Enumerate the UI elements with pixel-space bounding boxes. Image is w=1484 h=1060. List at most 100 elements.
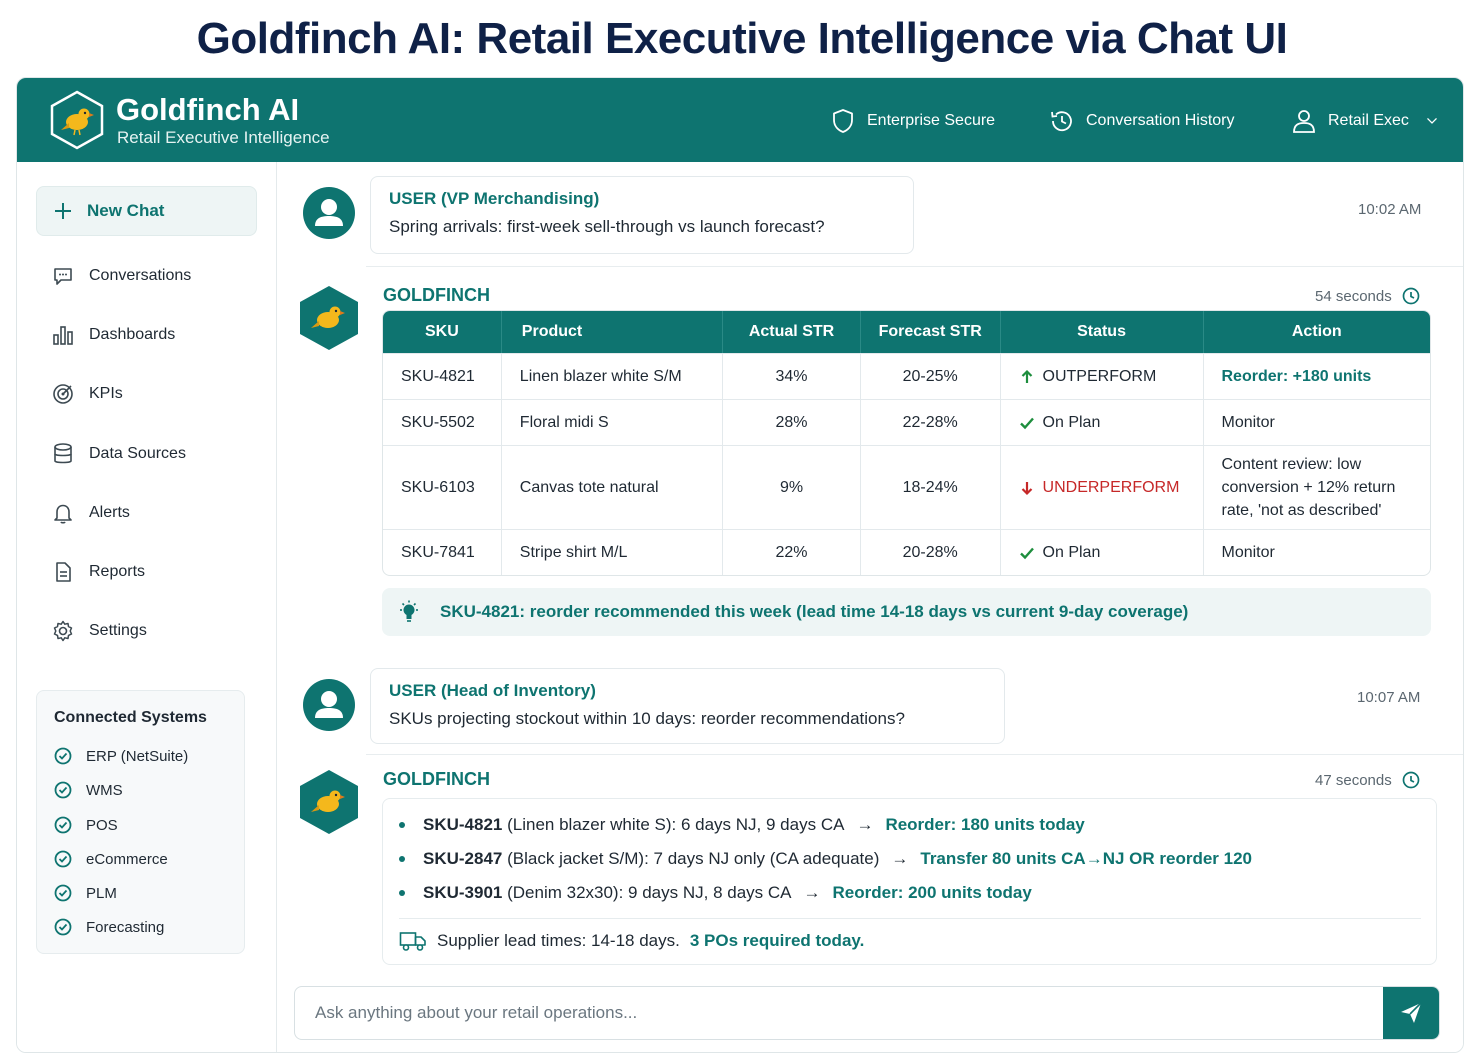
lightbulb-icon xyxy=(400,600,418,622)
sidebar-item-label: Settings xyxy=(89,622,147,639)
supplier-text: Supplier lead times: 14-18 days. xyxy=(437,931,680,950)
goldfinch-avatar-icon xyxy=(300,286,358,350)
sidebar-item-settings[interactable]: Settings xyxy=(51,617,147,645)
sidebar-item-label: KPIs xyxy=(89,385,123,402)
target-icon xyxy=(53,384,73,404)
user-message-bubble: USER (Head of Inventory) SKUs projecting… xyxy=(370,668,1005,744)
cell-actual-str: 34% xyxy=(723,353,861,399)
check-circle-icon xyxy=(54,884,72,902)
user-role: USER (VP Merchandising) xyxy=(389,189,600,208)
check-circle-icon xyxy=(54,816,72,834)
system-label: WMS xyxy=(86,781,123,799)
system-wms: WMS xyxy=(54,781,123,799)
table-row: SKU-5502 Floral midi S 28% 22-28% On Pla… xyxy=(383,399,1430,445)
chat-icon xyxy=(54,268,72,285)
sidebar-item-reports[interactable]: Reports xyxy=(51,558,145,586)
arrow-down-icon xyxy=(1021,481,1032,495)
cell-product: Canvas tote natural xyxy=(501,445,724,529)
goldfinch-avatar-icon xyxy=(300,770,358,834)
conversation-history-button[interactable]: Conversation History xyxy=(1048,106,1235,136)
cell-product: Linen blazer white S/M xyxy=(501,353,724,399)
send-button[interactable] xyxy=(1383,987,1439,1039)
duration-label: 47 seconds xyxy=(1315,771,1392,789)
system-pos: POS xyxy=(54,816,118,834)
supplier-highlight: 3 POs required today. xyxy=(689,931,865,950)
cell-forecast-str: 22-28% xyxy=(860,399,1001,445)
assistant-name: GOLDFINCH xyxy=(383,769,490,789)
cell-action[interactable]: Reorder: +180 units xyxy=(1203,353,1430,399)
table-row: SKU-7841 Stripe shirt M/L 22% 20-28% On … xyxy=(383,529,1430,575)
cell-forecast-str: 20-25% xyxy=(860,353,1001,399)
chevron-down-icon xyxy=(1426,117,1437,124)
sidebar-item-data-sources[interactable]: Data Sources xyxy=(51,440,186,468)
sidebar-item-label: Data Sources xyxy=(89,445,186,462)
clock-icon xyxy=(1402,287,1420,305)
document-icon xyxy=(56,562,71,582)
bullet xyxy=(399,856,405,862)
send-icon xyxy=(1401,1002,1422,1023)
cell-actual-str: 9% xyxy=(723,445,861,529)
arrow-right-icon: → xyxy=(856,815,874,834)
new-chat-button[interactable]: New Chat xyxy=(36,186,257,236)
plus-icon xyxy=(55,203,71,219)
check-circle-icon xyxy=(54,918,72,936)
reorder-action-link[interactable]: Reorder: +180 units xyxy=(1222,368,1372,385)
system-label: Forecasting xyxy=(86,918,165,936)
sidebar-item-label: Dashboards xyxy=(89,326,176,343)
cell-forecast-str: 18-24% xyxy=(860,445,1001,529)
checkmark-icon xyxy=(1019,417,1034,429)
page-title: Goldfinch AI: Retail Executive Intellige… xyxy=(196,14,1288,63)
item-recommendation[interactable]: Transfer 80 units CA→NJ OR reorder 120 xyxy=(920,849,1252,869)
sidebar-item-kpis[interactable]: KPIs xyxy=(51,380,123,408)
table-row: SKU-4821 Linen blazer white S/M 34% 20-2… xyxy=(383,353,1430,399)
user-message-bubble: USER (VP Merchandising) Spring arrivals:… xyxy=(370,176,914,254)
check-circle-icon xyxy=(54,781,72,799)
system-plm: PLM xyxy=(54,884,117,902)
database-icon xyxy=(54,443,72,464)
user-menu-button[interactable]: Retail Exec xyxy=(1290,106,1441,136)
cell-forecast-str: 20-28% xyxy=(860,529,1001,575)
sidebar-item-conversations[interactable]: Conversations xyxy=(51,262,191,290)
status-label: UNDERPERFORM xyxy=(1042,478,1180,496)
assistant-name: GOLDFINCH xyxy=(383,285,490,305)
bullet xyxy=(399,822,405,828)
cell-sku: SKU-5502 xyxy=(383,399,502,445)
item-recommendation[interactable]: Reorder: 180 units today xyxy=(885,815,1084,835)
system-ecommerce: eCommerce xyxy=(54,850,168,868)
clock-icon xyxy=(1402,771,1420,789)
connected-systems-panel: Connected Systems ERP (NetSuite) WMS POS… xyxy=(36,690,245,954)
gear-icon xyxy=(53,620,73,642)
cell-sku: SKU-4821 xyxy=(383,353,502,399)
arrow-right-icon: → xyxy=(803,883,821,902)
arrow-right-icon: → xyxy=(891,849,909,868)
divider xyxy=(399,918,1421,919)
chat-input[interactable] xyxy=(295,987,1383,1039)
column-header-sku: SKU xyxy=(383,311,502,353)
user-avatar xyxy=(303,679,355,731)
item-detail: (Linen blazer white S): 6 days NJ, 9 day… xyxy=(507,815,845,834)
new-chat-label: New Chat xyxy=(87,201,165,220)
user-icon xyxy=(315,199,343,226)
insight-text: SKU-4821: reorder recommended this week … xyxy=(440,602,1189,621)
connected-systems-title: Connected Systems xyxy=(54,709,207,726)
enterprise-secure-label: Enterprise Secure xyxy=(867,112,996,129)
cell-actual-str: 28% xyxy=(723,399,861,445)
cell-status: UNDERPERFORM xyxy=(1000,445,1204,529)
column-header-product: Product xyxy=(501,311,724,353)
history-clock-icon xyxy=(1051,111,1072,132)
stockout-recommendations-card: SKU-4821 (Linen blazer white S): 6 days … xyxy=(382,798,1437,965)
sidebar-item-dashboards[interactable]: Dashboards xyxy=(51,321,175,349)
truck-icon xyxy=(399,932,426,951)
check-circle-icon xyxy=(54,850,72,868)
message-timestamp: 10:07 AM xyxy=(1357,689,1421,706)
item-recommendation[interactable]: Reorder: 200 units today xyxy=(833,883,1032,903)
supplier-note: Supplier lead times: 14-18 days. 3 POs r… xyxy=(399,929,864,953)
item-sku: SKU-2847 xyxy=(423,849,503,868)
user-message-text: SKUs projecting stockout within 10 days:… xyxy=(389,709,905,728)
enterprise-secure-badge[interactable]: Enterprise Secure xyxy=(829,106,995,136)
sidebar-item-alerts[interactable]: Alerts xyxy=(51,499,130,527)
cell-action: Monitor xyxy=(1203,529,1430,575)
column-header-action: Action xyxy=(1203,311,1430,353)
message-composer xyxy=(294,986,1440,1040)
system-forecasting: Forecasting xyxy=(54,918,164,936)
